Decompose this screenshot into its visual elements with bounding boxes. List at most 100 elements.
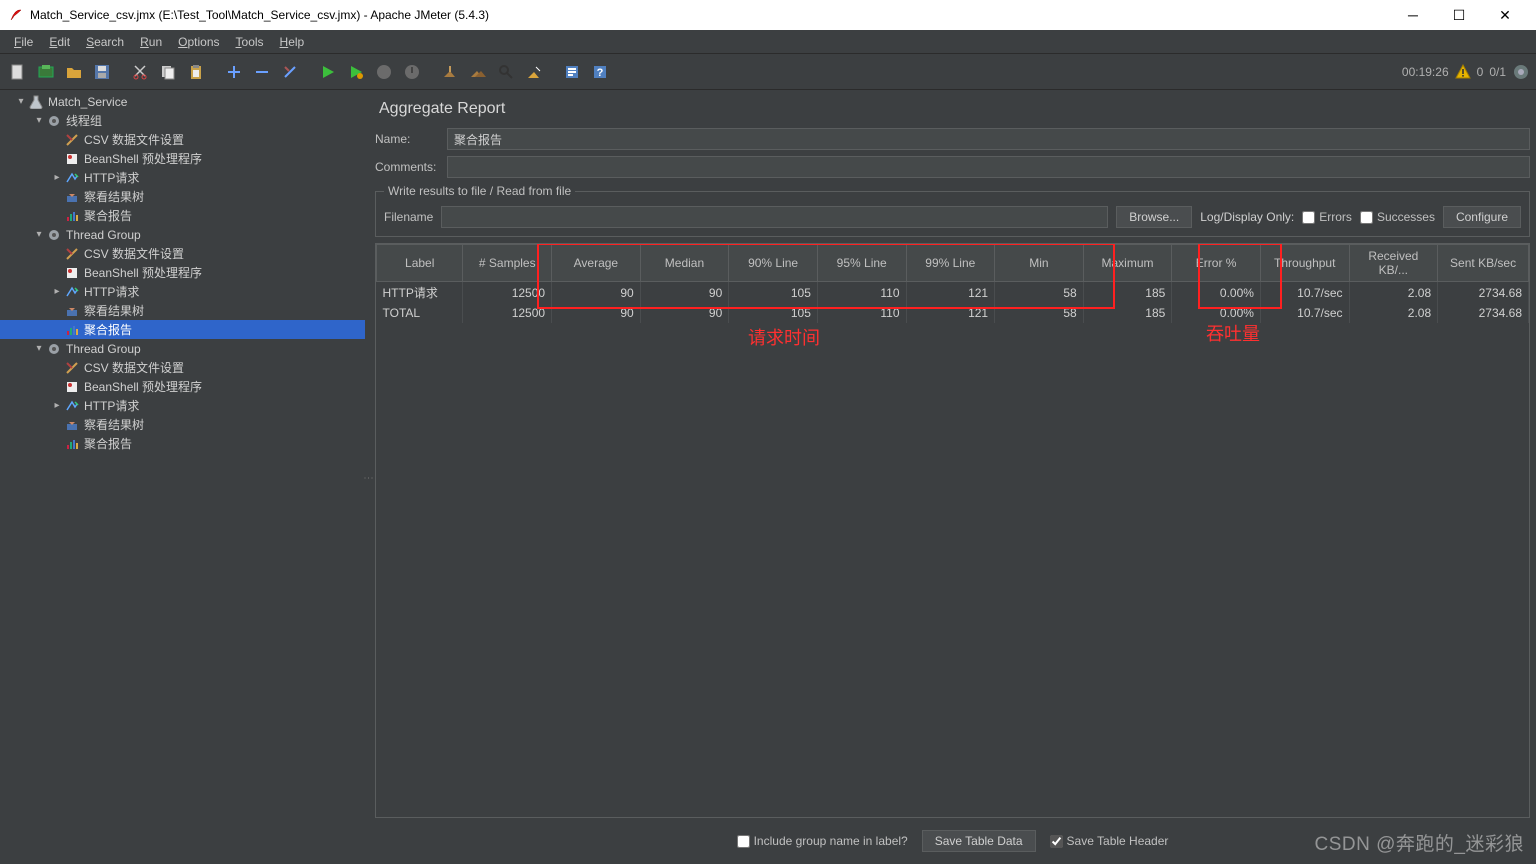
stop-icon[interactable] <box>372 60 396 84</box>
clear-icon[interactable] <box>438 60 462 84</box>
tree-item[interactable]: ▾Thread Group <box>0 225 365 244</box>
save-table-data-button[interactable]: Save Table Data <box>922 830 1036 852</box>
start-no-pause-icon[interactable] <box>344 60 368 84</box>
errors-checkbox[interactable]: Errors <box>1302 210 1352 224</box>
column-header[interactable]: Error % <box>1172 245 1261 282</box>
window-titlebar: Match_Service_csv.jmx (E:\Test_Tool\Matc… <box>0 0 1536 30</box>
name-input[interactable] <box>447 128 1530 150</box>
paste-icon[interactable] <box>184 60 208 84</box>
column-header[interactable]: Median <box>640 245 729 282</box>
column-header[interactable]: Label <box>377 245 463 282</box>
tree-arrow-icon[interactable]: ▾ <box>32 115 46 126</box>
tree-item-label: HTTP请求 <box>84 283 139 300</box>
column-header[interactable]: Received KB/... <box>1349 245 1438 282</box>
menu-search[interactable]: Search <box>78 33 132 51</box>
include-group-checkbox[interactable]: Include group name in label? <box>737 834 908 848</box>
tree-item[interactable]: CSV 数据文件设置 <box>0 358 365 377</box>
tree-item[interactable]: 察看结果树 <box>0 187 365 206</box>
window-minimize-button[interactable]: ─ <box>1390 0 1436 30</box>
tree-item[interactable]: 察看结果树 <box>0 415 365 434</box>
templates-icon[interactable] <box>34 60 58 84</box>
tree-item[interactable]: BeanShell 预处理程序 <box>0 263 365 282</box>
search-icon[interactable] <box>494 60 518 84</box>
tree-item[interactable]: ▸ HTTP请求 <box>0 282 365 301</box>
tree-item-label: HTTP请求 <box>84 397 139 414</box>
tree-item-label: Match_Service <box>48 95 127 109</box>
column-header[interactable]: Average <box>552 245 641 282</box>
threads-icon[interactable] <box>1512 63 1530 81</box>
column-header[interactable]: Sent KB/sec <box>1438 245 1529 282</box>
gear-icon <box>46 113 62 129</box>
tree-item[interactable]: ▸HTTP请求 <box>0 168 365 187</box>
start-icon[interactable] <box>316 60 340 84</box>
bottom-bar: Include group name in label? Save Table … <box>375 824 1530 858</box>
tree-item[interactable]: 聚合报告 <box>0 320 365 339</box>
successes-checkbox[interactable]: Successes <box>1360 210 1435 224</box>
table-row[interactable]: HTTP请求125009090105110121581850.00%10.7/s… <box>377 282 1529 304</box>
tree-arrow-icon[interactable]: ▾ <box>32 229 46 240</box>
table-row[interactable]: TOTAL125009090105110121581850.00%10.7/se… <box>377 303 1529 323</box>
table-cell: 0.00% <box>1172 282 1261 304</box>
tree-item[interactable]: BeanShell 预处理程序 <box>0 149 365 168</box>
menu-run[interactable]: Run <box>132 33 170 51</box>
save-icon[interactable] <box>90 60 114 84</box>
expand-icon[interactable] <box>222 60 246 84</box>
comments-input[interactable] <box>447 156 1530 178</box>
copy-icon[interactable] <box>156 60 180 84</box>
new-icon[interactable] <box>6 60 30 84</box>
table-cell: 110 <box>817 303 906 323</box>
clear-all-icon[interactable] <box>466 60 490 84</box>
report-icon <box>64 208 80 224</box>
toggle-icon[interactable] <box>278 60 302 84</box>
tree-item[interactable]: CSV 数据文件设置 <box>0 244 365 263</box>
tree-item[interactable]: ▾ Thread Group <box>0 339 365 358</box>
tree-arrow-icon[interactable]: ▸ <box>50 286 64 297</box>
column-header[interactable]: Throughput <box>1260 245 1349 282</box>
tree-item[interactable]: ▾ Match_Service <box>0 92 365 111</box>
splitter-handle[interactable]: ⋮ <box>365 90 371 864</box>
tree-item[interactable]: BeanShell 预处理程序 <box>0 377 365 396</box>
column-header[interactable]: 99% Line <box>906 245 995 282</box>
tree-item[interactable]: 察看结果树 <box>0 301 365 320</box>
aggregate-table[interactable]: Label# SamplesAverageMedian90% Line95% L… <box>375 243 1530 818</box>
column-header[interactable]: Maximum <box>1083 245 1172 282</box>
window-maximize-button[interactable]: ☐ <box>1436 0 1482 30</box>
save-table-header-checkbox[interactable]: Save Table Header <box>1050 834 1169 848</box>
tree-item[interactable]: 聚合报告 <box>0 206 365 225</box>
configure-button[interactable]: Configure <box>1443 206 1521 228</box>
menu-edit[interactable]: Edit <box>41 33 78 51</box>
column-header[interactable]: Min <box>995 245 1084 282</box>
warning-icon[interactable] <box>1455 64 1471 80</box>
filename-input[interactable] <box>441 206 1108 228</box>
function-helper-icon[interactable] <box>560 60 584 84</box>
tree-arrow-icon[interactable]: ▾ <box>32 343 46 354</box>
tree-item-label: Thread Group <box>66 342 141 356</box>
tree-arrow-icon[interactable]: ▸ <box>50 172 64 183</box>
column-header[interactable]: # Samples <box>463 245 552 282</box>
collapse-icon[interactable] <box>250 60 274 84</box>
menu-bar: File Edit Search Run Options Tools Help <box>0 30 1536 54</box>
reset-search-icon[interactable] <box>522 60 546 84</box>
cut-icon[interactable] <box>128 60 152 84</box>
table-cell: 110 <box>817 282 906 304</box>
menu-help[interactable]: Help <box>272 33 313 51</box>
tree-item[interactable]: ▸ HTTP请求 <box>0 396 365 415</box>
tree-item[interactable]: CSV 数据文件设置 <box>0 130 365 149</box>
column-header[interactable]: 95% Line <box>817 245 906 282</box>
help-icon[interactable]: ? <box>588 60 612 84</box>
tree-item[interactable]: 聚合报告 <box>0 434 365 453</box>
test-plan-tree[interactable]: ▾Match_Service▾线程组CSV 数据文件设置BeanShell 预处… <box>0 90 365 864</box>
menu-options[interactable]: Options <box>170 33 227 51</box>
column-header[interactable]: 90% Line <box>729 245 818 282</box>
table-cell: 0.00% <box>1172 303 1261 323</box>
tree-arrow-icon[interactable]: ▾ <box>14 96 28 107</box>
tree-arrow-icon[interactable]: ▸ <box>50 400 64 411</box>
browse-button[interactable]: Browse... <box>1116 206 1192 228</box>
open-icon[interactable] <box>62 60 86 84</box>
shutdown-icon[interactable] <box>400 60 424 84</box>
tree-icon <box>64 417 80 433</box>
tree-item[interactable]: ▾线程组 <box>0 111 365 130</box>
window-close-button[interactable]: ✕ <box>1482 0 1528 30</box>
menu-file[interactable]: File <box>6 33 41 51</box>
menu-tools[interactable]: Tools <box>228 33 272 51</box>
